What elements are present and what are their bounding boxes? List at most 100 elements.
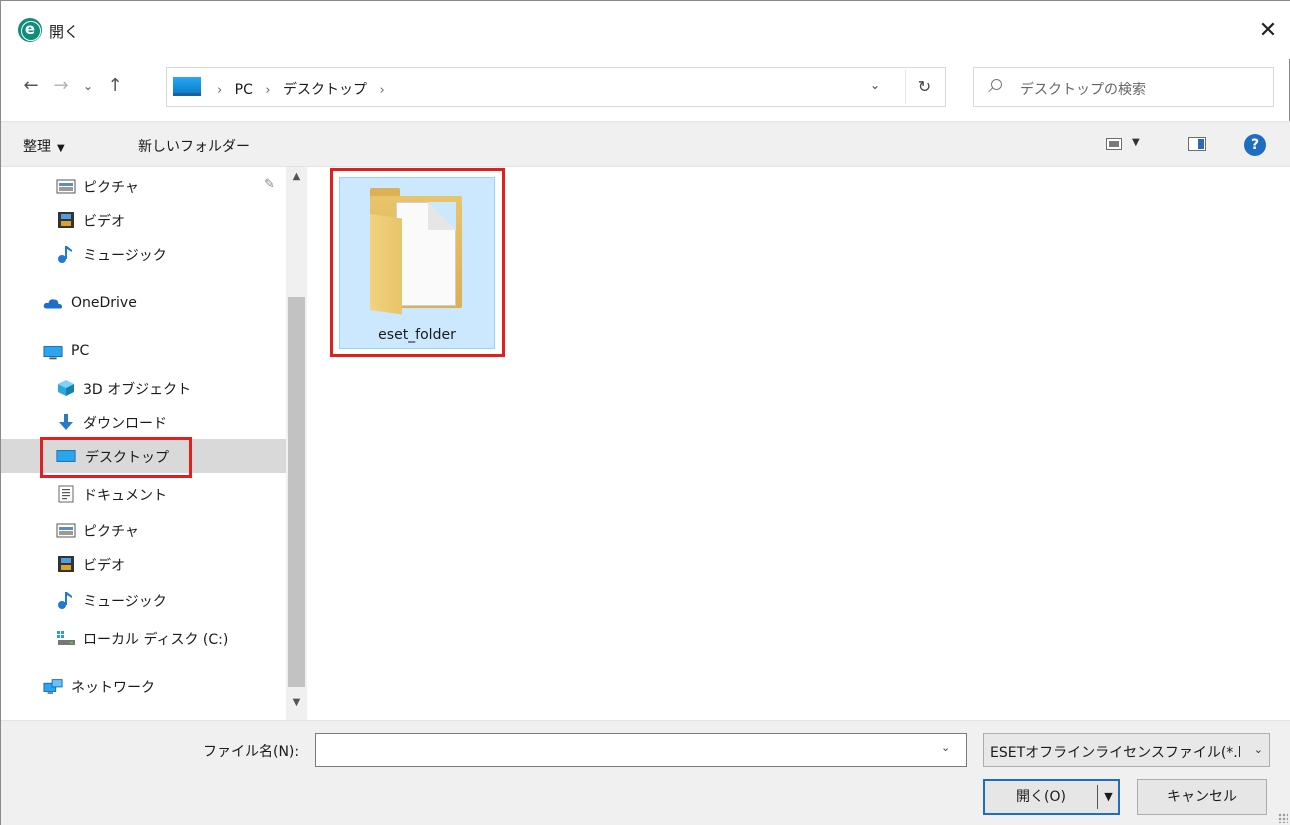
sidebar-item-desktop[interactable]: デスクトップ <box>1 439 286 473</box>
local-disk-icon <box>57 631 75 645</box>
scroll-up-icon[interactable]: ▲ <box>286 171 307 187</box>
address-bar[interactable]: › PC › デスクトップ › ⌄ ↻ <box>166 67 946 107</box>
nav-pane-scrollbar[interactable]: ▲ ▼ <box>286 167 307 720</box>
sidebar-item-label: ビデオ <box>83 558 125 574</box>
sidebar-item-pictures[interactable]: ピクチャ ✎ <box>1 169 286 203</box>
pin-icon[interactable]: ✎ <box>264 177 275 192</box>
sidebar-item-label: ビデオ <box>83 214 125 230</box>
title-bar: e 開く ✕ <box>1 1 1290 59</box>
sidebar-item-label: OneDrive <box>71 295 137 311</box>
change-view-icon[interactable] <box>1106 138 1122 150</box>
close-button[interactable]: ✕ <box>1251 15 1285 49</box>
close-icon: ✕ <box>1258 18 1278 43</box>
document-icon <box>396 202 456 306</box>
address-dropdown-button[interactable]: ⌄ <box>865 78 885 92</box>
breadcrumb-pc[interactable]: PC <box>235 82 253 98</box>
network-icon <box>43 679 63 694</box>
folder-item[interactable]: eset_folder <box>339 177 495 349</box>
search-placeholder: デスクトップの検索 <box>1020 82 1146 98</box>
sidebar-item-label: 3D オブジェクト <box>83 382 192 398</box>
sidebar-item-label: ミュージック <box>83 248 167 264</box>
recent-locations-button[interactable]: ⌄ <box>79 75 97 99</box>
download-icon <box>59 414 73 430</box>
sidebar-item-downloads[interactable]: ダウンロード <box>1 405 286 439</box>
eset-app-icon: e <box>18 18 42 42</box>
filename-label: ファイル名(N): <box>203 744 300 760</box>
sidebar-item-music[interactable]: ミュージック <box>1 237 286 271</box>
command-bar: 整理 ▼ 新しいフォルダー ▼ ? <box>1 121 1290 167</box>
new-folder-button[interactable]: 新しいフォルダー <box>138 136 250 156</box>
breadcrumb: › PC › デスクトップ › <box>209 79 393 99</box>
app-icon-letter: e <box>24 20 36 38</box>
open-dropdown-icon[interactable]: ▼ <box>1099 781 1118 813</box>
cancel-button[interactable]: キャンセル <box>1137 779 1267 815</box>
sidebar-item-music[interactable]: ミュージック <box>1 583 286 617</box>
sidebar-item-label: デスクトップ <box>85 450 169 466</box>
sidebar-item-videos[interactable]: ビデオ <box>1 203 286 237</box>
caret-down-icon: ▼ <box>57 143 65 154</box>
sidebar-item-label: PC <box>71 343 90 359</box>
view-options-caret-icon[interactable]: ▼ <box>1132 137 1140 148</box>
refresh-icon: ↻ <box>917 77 932 96</box>
folder-front <box>370 214 402 315</box>
chevron-down-icon: ⌄ <box>1253 743 1263 756</box>
breadcrumb-separator[interactable]: › <box>379 83 384 98</box>
breadcrumb-desktop[interactable]: デスクトップ <box>283 82 367 98</box>
scrollbar-thumb[interactable] <box>288 297 305 687</box>
folder-name: eset_folder <box>378 327 456 343</box>
help-icon[interactable]: ? <box>1244 134 1266 156</box>
navigation-pane: ピクチャ ✎ ビデオ ミュージック OneDrive PC 3D オブジェクト … <box>1 167 307 720</box>
sidebar-item-pictures[interactable]: ピクチャ <box>1 513 286 547</box>
split-divider <box>1097 785 1098 809</box>
chevron-down-icon: ⌄ <box>869 78 881 92</box>
sidebar-item-local-disk[interactable]: ローカル ディスク (C:) <box>1 621 286 655</box>
sidebar-item-pc[interactable]: PC <box>1 335 286 369</box>
documents-icon <box>58 485 74 503</box>
3d-objects-icon <box>58 380 74 396</box>
desktop-icon <box>56 450 76 462</box>
breadcrumb-separator: › <box>217 83 223 98</box>
window-title: 開く <box>49 23 80 41</box>
chevron-down-icon[interactable]: ⌄ <box>941 741 950 754</box>
sidebar-item-onedrive[interactable]: OneDrive <box>1 287 286 321</box>
pictures-icon <box>56 179 76 194</box>
search-input[interactable]: デスクトップの検索 <box>973 67 1274 107</box>
sidebar-item-network[interactable]: ネットワーク <box>1 669 286 703</box>
filename-field[interactable] <box>315 733 967 767</box>
refresh-button[interactable]: ↻ <box>905 70 943 104</box>
sidebar-item-label: ミュージック <box>83 594 167 610</box>
sidebar-item-label: ローカル ディスク (C:) <box>83 632 229 648</box>
file-type-value: ESETオフラインライセンスファイル(*.lf <box>990 745 1240 761</box>
file-list-view: eset_folder <box>314 167 1290 720</box>
sidebar-item-label: ピクチャ <box>83 524 139 540</box>
desktop-icon <box>173 77 201 96</box>
pc-icon <box>43 346 63 360</box>
scroll-down-icon[interactable]: ▼ <box>286 697 307 713</box>
pictures-icon <box>56 523 76 538</box>
open-button-label: 開く(O) <box>1016 789 1066 805</box>
organize-button[interactable]: 整理 ▼ <box>23 136 65 156</box>
organize-label: 整理 <box>23 139 51 155</box>
onedrive-icon <box>43 299 63 309</box>
music-icon <box>58 246 72 263</box>
arrow-right-icon: → <box>53 75 69 96</box>
search-icon <box>988 79 1002 93</box>
back-button[interactable]: ← <box>19 75 43 99</box>
sidebar-item-documents[interactable]: ドキュメント <box>1 477 286 511</box>
sidebar-item-label: ピクチャ <box>83 180 139 196</box>
forward-button[interactable]: → <box>49 75 73 99</box>
folder-icon <box>370 188 462 315</box>
navigation-row: ← → ⌄ ↑ › PC › デスクトップ › ⌄ ↻ デスクトップの検索 <box>1 63 1290 111</box>
file-type-select[interactable]: ESETオフラインライセンスファイル(*.lf ⌄ <box>983 733 1270 767</box>
bottom-bar: ファイル名(N): ⌄ ESETオフラインライセンスファイル(*.lf ⌄ 開く… <box>1 720 1290 825</box>
open-button[interactable]: 開く(O) ▼ <box>983 779 1120 815</box>
sidebar-item-3d-objects[interactable]: 3D オブジェクト <box>1 371 286 405</box>
arrow-up-icon: ↑ <box>107 75 123 96</box>
sidebar-item-videos[interactable]: ビデオ <box>1 547 286 581</box>
music-icon <box>58 592 72 609</box>
videos-icon <box>58 556 74 572</box>
resize-grip-icon[interactable] <box>1278 813 1288 823</box>
preview-pane-icon[interactable] <box>1188 137 1206 151</box>
sidebar-item-label: ダウンロード <box>83 416 167 432</box>
up-button[interactable]: ↑ <box>103 75 127 99</box>
